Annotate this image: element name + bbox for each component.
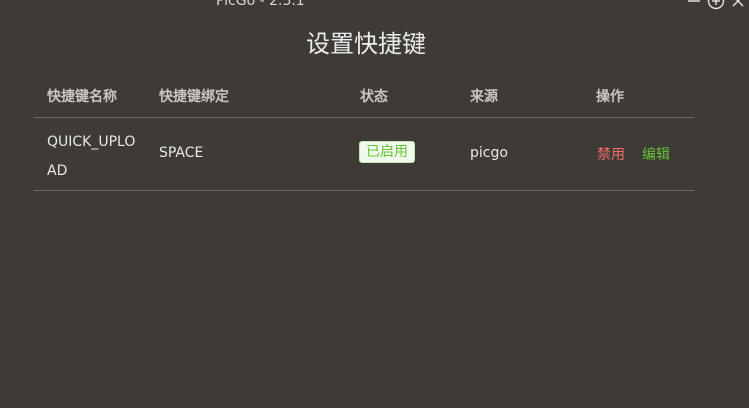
- disable-button[interactable]: 禁用: [597, 144, 625, 164]
- table-row: QUICK_UPLOAD SPACE 已启用 picgo 禁用 编辑: [34, 118, 694, 191]
- close-icon: [732, 0, 744, 7]
- header-shortcut-binding: 快捷键绑定: [159, 89, 229, 105]
- edit-button[interactable]: 编辑: [642, 144, 670, 164]
- title-bar: PicGo - 2.3.1: [0, 0, 749, 14]
- minimize-icon: [688, 0, 700, 2]
- app-title: PicGo - 2.3.1: [216, 0, 305, 9]
- shortcut-table: 快捷键名称 快捷键绑定 状态 来源 操作 QUICK_UPLOAD SPACE …: [34, 74, 694, 191]
- page-title: 设置快捷键: [306, 30, 426, 58]
- header-source: 来源: [470, 89, 498, 105]
- header-actions: 操作: [596, 89, 624, 105]
- shortcut-name: QUICK_UPLOAD: [47, 134, 136, 179]
- close-button[interactable]: [727, 0, 749, 11]
- shortcut-source: picgo: [470, 145, 508, 161]
- status-badge: 已启用: [359, 141, 415, 163]
- header-shortcut-name: 快捷键名称: [47, 89, 117, 105]
- pin-button[interactable]: [705, 0, 727, 11]
- table-header: 快捷键名称 快捷键绑定 状态 来源 操作: [34, 74, 694, 118]
- header-status: 状态: [360, 89, 388, 105]
- window-controls: [683, 0, 749, 11]
- minimize-button[interactable]: [683, 0, 705, 11]
- shortcut-binding: SPACE: [159, 145, 204, 161]
- plus-circle-icon: [707, 0, 725, 10]
